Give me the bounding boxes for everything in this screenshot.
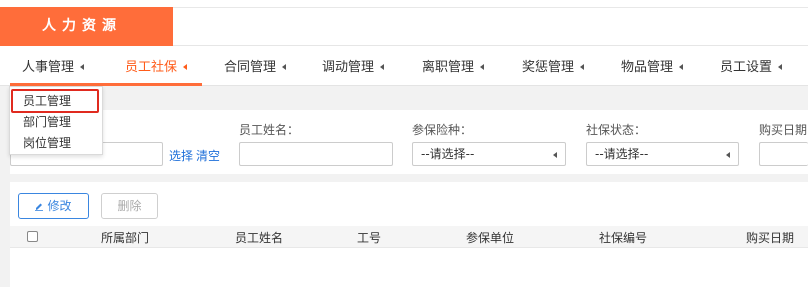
column-header-department[interactable]: 所属部门 (101, 229, 149, 246)
purchase-date-input[interactable] (759, 142, 808, 166)
select-link[interactable]: 选择 (169, 147, 193, 164)
caret-left-icon (553, 152, 557, 158)
column-header-employee-name[interactable]: 员工姓名 (235, 229, 283, 246)
employee-name-label: 员工姓名： (239, 123, 300, 137)
purchase-date-label: 购买日期 (759, 123, 808, 137)
social-status-select[interactable]: --请选择-- (586, 142, 739, 166)
header-divider (173, 7, 808, 8)
caret-left-icon (480, 63, 485, 70)
caret-left-icon (80, 63, 85, 70)
nav-item-contract[interactable]: 合同管理 (224, 46, 287, 86)
delete-button-label: 删除 (117, 199, 142, 213)
select-all-checkbox[interactable] (27, 231, 38, 242)
nav-item-label: 离职管理 (422, 60, 475, 75)
nav-item-label: 人事管理 (22, 60, 75, 75)
nav-item-label: 物品管理 (621, 60, 674, 75)
top-header: 人力资源 (0, 0, 808, 46)
pencil-icon (35, 203, 44, 211)
caret-left-icon (679, 63, 684, 70)
main-nav: 人事管理 员工社保 合同管理 调动管理 离职管理 奖惩管理 物品管理 员工设置 (0, 46, 808, 86)
nav-item-label: 调动管理 (322, 60, 375, 75)
social-status-label: 社保状态： (586, 123, 647, 137)
nav-item-label: 员工设置 (720, 60, 773, 75)
nav-item-resignation[interactable]: 离职管理 (422, 46, 485, 86)
edit-button[interactable]: 修改 (18, 193, 89, 219)
clear-link[interactable]: 清空 (196, 147, 220, 164)
insurance-type-select[interactable]: --请选择-- (412, 142, 566, 166)
delete-button[interactable]: 删除 (101, 193, 158, 219)
nav-item-personnel[interactable]: 人事管理 (22, 46, 85, 86)
insurance-type-label: 参保险种： (412, 123, 473, 137)
nav-item-label: 员工社保 (125, 60, 178, 75)
caret-left-icon (282, 63, 287, 70)
caret-left-icon (726, 152, 730, 158)
app-title: 人力资源 (0, 7, 173, 46)
caret-left-icon (380, 63, 385, 70)
caret-left-icon (183, 63, 188, 70)
caret-left-icon (778, 63, 783, 70)
nav-item-label: 合同管理 (224, 60, 277, 75)
column-header-employee-id[interactable]: 工号 (357, 229, 381, 246)
employee-name-input[interactable] (239, 142, 393, 166)
highlight-box (11, 89, 99, 113)
personnel-dropdown-menu: 员工管理 部门管理 岗位管理 (9, 86, 103, 155)
menu-item-position-management[interactable]: 岗位管理 (23, 132, 71, 154)
column-header-purchase-date[interactable]: 购买日期 (746, 229, 794, 246)
column-header-social-number[interactable]: 社保编号 (599, 229, 647, 246)
caret-left-icon (580, 63, 585, 70)
nav-item-goods[interactable]: 物品管理 (621, 46, 684, 86)
nav-item-label: 奖惩管理 (522, 60, 575, 75)
select-value: --请选择-- (595, 147, 649, 161)
column-header-insured-unit[interactable]: 参保单位 (466, 229, 514, 246)
menu-item-department-management[interactable]: 部门管理 (23, 111, 71, 133)
nav-item-settings[interactable]: 员工设置 (720, 46, 783, 86)
nav-item-rewards[interactable]: 奖惩管理 (522, 46, 585, 86)
select-value: --请选择-- (421, 147, 475, 161)
edit-button-label: 修改 (47, 199, 72, 213)
nav-item-transfer[interactable]: 调动管理 (322, 46, 385, 86)
nav-item-social-security[interactable]: 员工社保 (125, 46, 188, 86)
